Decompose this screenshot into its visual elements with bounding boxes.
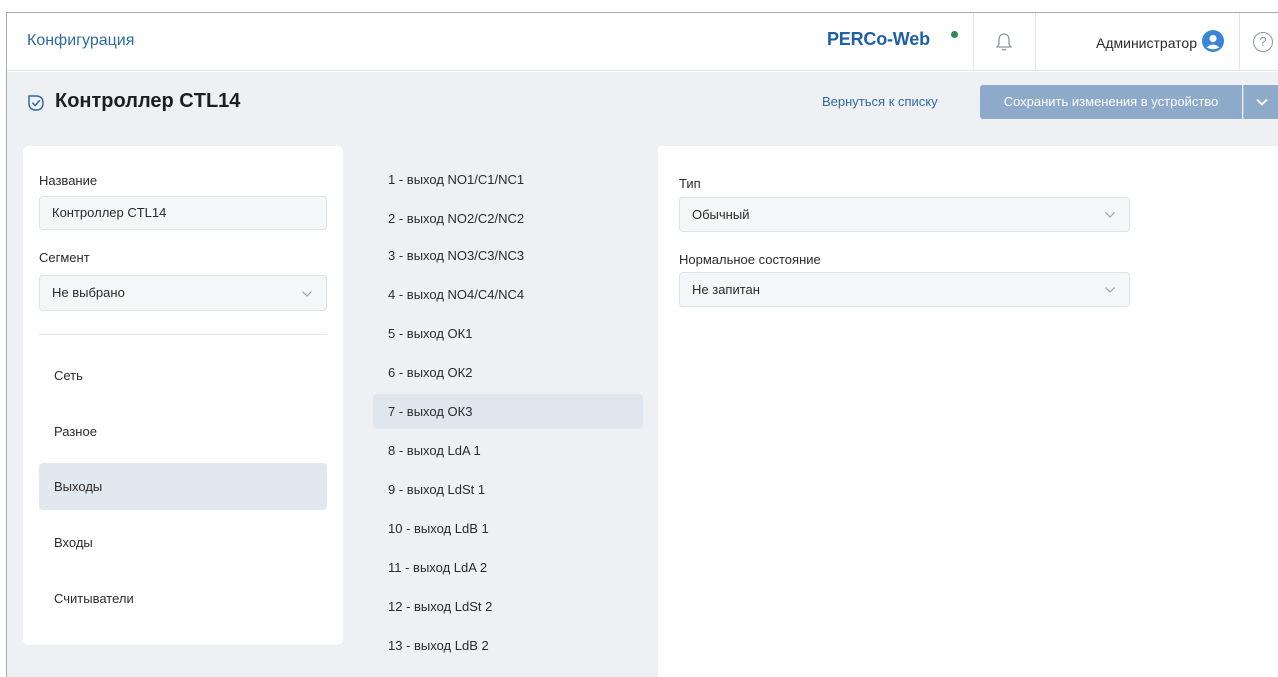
output-item-9[interactable]: 9 - выход LdSt 1	[373, 472, 643, 507]
topbar-divider	[1239, 13, 1240, 71]
normal-state-select-value: Не запитан	[692, 282, 760, 297]
output-item-11[interactable]: 11 - выход LdA 2	[373, 550, 643, 585]
topbar-divider	[973, 13, 974, 71]
segment-select-value: Не выбрано	[52, 285, 125, 300]
app-frame: Конфигурация PERCo-Web Администратор ? К…	[6, 12, 1278, 677]
brand-logo: PERCo-Web	[827, 29, 930, 49]
output-item-4[interactable]: 4 - выход NO4/C4/NC4	[373, 277, 643, 312]
normal-state-select[interactable]: Не запитан	[679, 272, 1130, 307]
chevron-down-icon	[302, 291, 312, 297]
divider	[39, 334, 327, 335]
nav-item-readers[interactable]: Считыватели	[39, 575, 327, 622]
nav-item-misc[interactable]: Разное	[39, 408, 327, 455]
nav-item-network[interactable]: Сеть	[39, 352, 327, 399]
chevron-down-icon	[1105, 287, 1115, 293]
topbar-divider	[1035, 13, 1036, 71]
type-label: Тип	[679, 176, 701, 191]
output-item-10[interactable]: 10 - выход LdB 1	[373, 511, 643, 546]
output-item-2[interactable]: 2 - выход NO2/C2/NC2	[373, 201, 643, 236]
output-item-6[interactable]: 6 - выход ОК2	[373, 355, 643, 390]
back-to-list-link[interactable]: Вернуться к списку	[822, 94, 938, 109]
nav-item-outputs[interactable]: Выходы	[39, 463, 327, 510]
output-item-5[interactable]: 5 - выход ОК1	[373, 316, 643, 351]
save-options-button[interactable]	[1243, 85, 1278, 119]
name-label: Название	[39, 173, 98, 188]
segment-select[interactable]: Не выбрано	[39, 275, 327, 311]
app-title[interactable]: Конфигурация	[27, 32, 134, 50]
logo-status-dot	[951, 31, 958, 38]
name-input[interactable]: Контроллер CTL14	[39, 196, 327, 230]
content-area: Контроллер CTL14 Вернуться к списку Сохр…	[7, 72, 1278, 677]
help-icon[interactable]: ?	[1253, 32, 1273, 52]
normal-state-label: Нормальное состояние	[679, 252, 821, 267]
page-title: Контроллер CTL14	[55, 90, 241, 112]
save-to-device-button[interactable]: Сохранить изменения в устройство	[980, 85, 1242, 119]
chevron-down-icon	[1105, 212, 1115, 218]
page-header: Контроллер CTL14 Вернуться к списку Сохр…	[7, 72, 1278, 132]
output-item-1[interactable]: 1 - выход NO1/C1/NC1	[373, 162, 643, 197]
type-select-value: Обычный	[692, 207, 750, 222]
output-item-3[interactable]: 3 - выход NO3/C3/NC3	[373, 238, 643, 273]
chevron-down-icon	[1256, 98, 1268, 106]
device-check-icon	[28, 95, 44, 111]
bell-icon[interactable]	[995, 32, 1013, 52]
user-avatar-icon[interactable]	[1202, 30, 1224, 52]
user-name[interactable]: Администратор	[1096, 35, 1197, 51]
output-item-7[interactable]: 7 - выход ОК3	[373, 394, 643, 429]
nav-item-inputs[interactable]: Входы	[39, 519, 327, 566]
output-details-panel: Тип Обычный Нормальное состояние Не запи…	[658, 146, 1278, 677]
output-item-12[interactable]: 12 - выход LdSt 2	[373, 589, 643, 624]
segment-label: Сегмент	[39, 250, 90, 265]
device-settings-card: Название Контроллер CTL14 Сегмент Не выб…	[23, 146, 343, 645]
output-item-8[interactable]: 8 - выход LdA 1	[373, 433, 643, 468]
outputs-list: 1 - выход NO1/C1/NC1 2 - выход NO2/C2/NC…	[358, 146, 658, 677]
type-select[interactable]: Обычный	[679, 197, 1130, 232]
output-item-13[interactable]: 13 - выход LdB 2	[373, 628, 643, 663]
top-bar: Конфигурация PERCo-Web Администратор ?	[7, 13, 1278, 71]
